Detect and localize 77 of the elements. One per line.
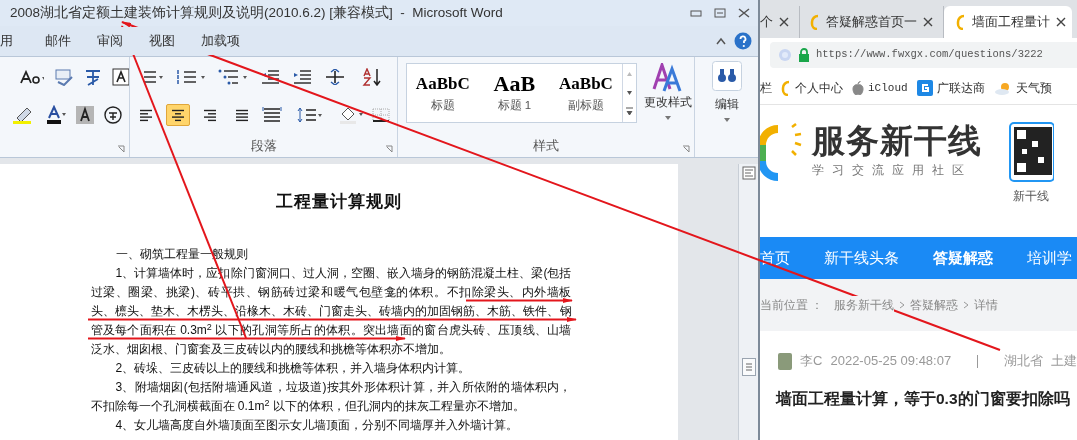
close-icon[interactable] [779,17,789,27]
paragraph: 2、砖垛、三皮砖以上的腰线和挑檐等体积，并入墙身体积内计算。 [114,360,472,377]
chevron-icon [963,301,970,309]
lock-icon [798,48,810,62]
caret-icon [664,115,673,121]
style-option[interactable]: AaB 标题 1 [478,64,551,122]
qr-caption: 新干线 [1013,188,1049,205]
align-center-icon [170,108,186,122]
enclose-character-icon[interactable] [104,106,122,124]
highlighter-icon[interactable] [12,106,34,124]
close-icon[interactable] [738,8,750,18]
character-border-icon[interactable] [112,68,129,86]
site-logo-icon [810,14,820,30]
line-spacing-icon[interactable] [296,107,322,123]
phonetic-guide-icon[interactable] [83,67,103,87]
window-title: 2008湖北省定额土建装饰计算规则及说明(2010.6.2) [兼容模式] - Microsoft Word [10,3,503,22]
character-shading-icon[interactable] [76,106,94,124]
logo-tagline: 学习交流应用社区 [812,162,973,179]
nav-link[interactable]: 培训学 [1027,246,1072,270]
change-case-icon[interactable] [20,70,45,84]
align-left-icon [138,108,154,122]
help-icon[interactable] [734,32,752,50]
scroll-thumb-icon[interactable] [741,358,756,376]
align-justify-icon [234,108,250,122]
dialog-launcher-icon[interactable] [682,145,690,153]
paragraph: 3、附墙烟囱(包括附墙通风道，垃圾道)按其外形体积计算，并入所依附的墙体积内，不扣除每一个孔洞横截面在 0.1m$^{2}$ 以下的体积，但孔洞内的抹灰工程量亦不增加。 [90,379,572,415]
style-option[interactable]: AaBbC 标题 [407,64,479,122]
bookmark[interactable]: 广联达商 [916,79,985,97]
question-title: 墙面工程量计算，等于0.3的门窗要扣除吗 [774,389,1071,409]
find-button[interactable]: 编辑 [711,61,742,123]
align-center-button[interactable] [166,104,190,126]
increase-indent-icon[interactable] [292,69,312,85]
apple-icon [852,81,864,95]
qr-code-icon [1008,121,1054,183]
bookmark[interactable]: iCloud [852,79,908,97]
align-right-icon [202,108,218,122]
dialog-launcher-icon[interactable] [385,145,393,153]
binoculars-icon [711,61,742,91]
spelling-icon[interactable] [54,68,74,86]
site-logo-icon [781,80,791,96]
paragraph: 4、女儿墙高度自外墙顶面至图示女儿墙顶面，分别不同墙厚并入外墙计算。 [114,417,520,434]
group-label: 段落 [250,136,277,155]
letter-g-icon [916,80,933,96]
collapse-ribbon-icon[interactable] [716,37,726,45]
post-time: 2022-05-25 09:48:07 [830,352,952,371]
dialog-launcher-icon[interactable] [117,145,125,153]
chevron-icon [899,301,906,309]
style-option[interactable]: AaBbC 副标题 [550,64,622,122]
document-heading: 工程量计算规则 [276,191,402,213]
minimize-icon[interactable] [690,9,702,17]
multilevel-list-icon[interactable] [218,68,248,86]
browser-tab[interactable]: 墙面工程量计 [944,6,1072,38]
vertical-scrollbar[interactable] [738,164,758,440]
change-styles-button[interactable]: 更改样式 [642,63,694,121]
bookmark[interactable]: 个人中心 [781,79,843,97]
restore-icon[interactable] [714,8,726,18]
group-label: 样式 [533,136,559,155]
breadcrumb-label: 当前位置 ： [760,297,824,314]
caret-icon [722,117,731,123]
font-color-icon[interactable] [44,105,66,125]
nav-link[interactable]: 新干线头条 [824,246,899,270]
site-logo-icon [956,14,966,30]
address-bar[interactable]: https://www.fwxgx.com/questions/3222 [770,42,1077,68]
close-icon[interactable] [1056,17,1066,27]
avatar [778,352,793,370]
close-icon[interactable] [923,17,933,27]
distributed-icon[interactable] [262,107,282,123]
decrease-indent-icon[interactable] [260,69,280,85]
numbering-icon[interactable] [176,69,206,85]
nav-link[interactable]: 答疑解惑 [933,246,993,270]
borders-icon[interactable] [372,107,390,123]
shading-icon[interactable] [338,106,364,124]
bookmark[interactable]: 栏 [760,79,772,97]
logo-wordmark: 服务新干线 [812,121,982,161]
bookmark[interactable]: 天气预 [993,79,1052,97]
sun-cloud-icon [993,81,1012,95]
sort-icon[interactable] [362,68,382,86]
